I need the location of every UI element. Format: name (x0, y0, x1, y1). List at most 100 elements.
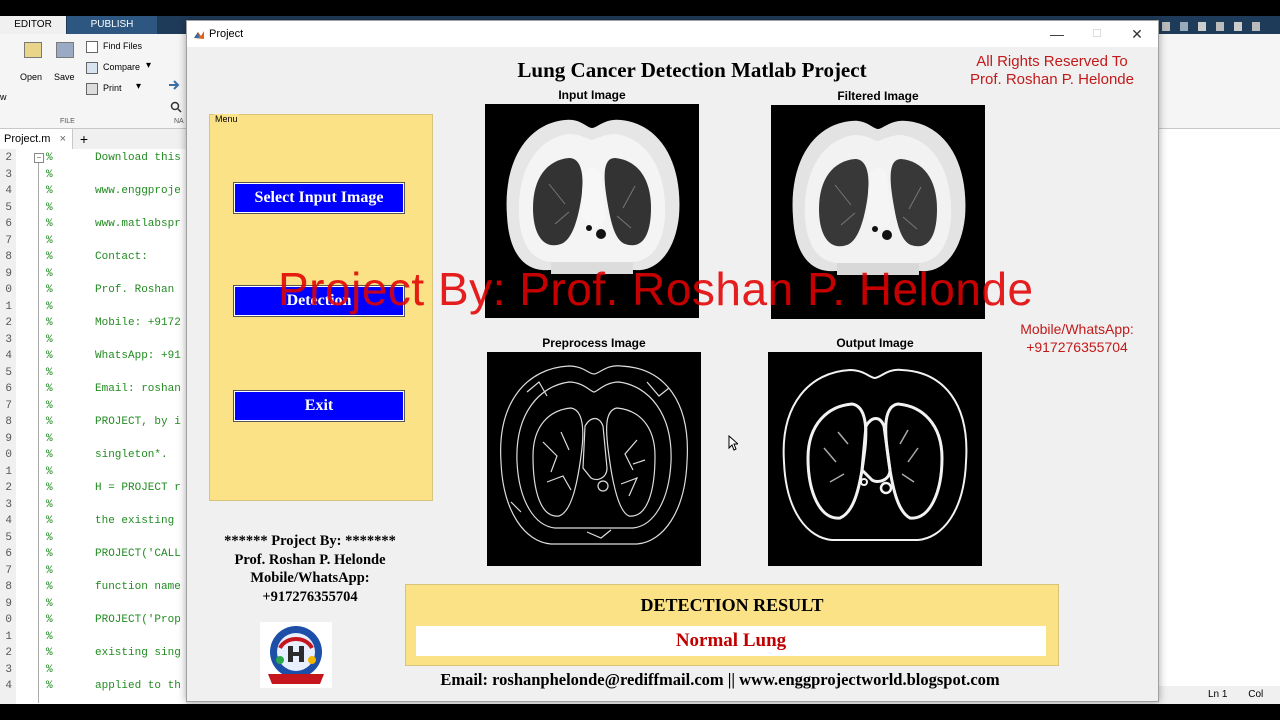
code-line[interactable]: 6% PROJECT('CALL (0, 548, 186, 565)
comment-marker: % (46, 482, 53, 494)
code-line[interactable]: 3% (0, 169, 186, 186)
maximize-button[interactable]: ☐ (1077, 21, 1117, 47)
comment-marker: % (46, 581, 53, 593)
ribbon-section-na: NA (174, 118, 184, 125)
open-button[interactable]: Open (20, 72, 42, 82)
rights-line-1: All Rights Reserved To (976, 53, 1128, 70)
close-button[interactable]: ✕ (1117, 21, 1157, 47)
code-text: Prof. Roshan (95, 284, 175, 296)
code-text: PROJECT, by i (95, 416, 181, 428)
line-number: 1 (5, 465, 12, 478)
exit-button[interactable]: Exit (233, 390, 405, 422)
window-titlebar[interactable]: Project — ☐ ✕ (187, 21, 1158, 47)
line-number: 8 (5, 581, 12, 593)
code-line[interactable]: 9% (0, 268, 186, 285)
line-number: 2 (5, 152, 12, 164)
code-text: existing sing (95, 647, 181, 659)
code-line[interactable]: 3% (0, 334, 186, 351)
new-button-label[interactable]: w (0, 92, 7, 102)
new-tab-button[interactable]: + (74, 129, 94, 149)
tab-editor[interactable]: EDITOR (0, 16, 66, 34)
code-line[interactable]: 6% www.matlabspr (0, 218, 186, 235)
preprocess-image-label: Preprocess Image (542, 336, 646, 350)
open-folder-icon[interactable] (24, 42, 42, 58)
mouse-cursor-icon (728, 434, 740, 456)
code-text: Email: roshan (95, 383, 181, 395)
code-line[interactable]: 3% (0, 499, 186, 516)
code-line[interactable]: 8% Contact: (0, 251, 186, 268)
compare-dropdown-icon[interactable]: ▾ (146, 60, 151, 71)
code-line[interactable]: 1% (0, 466, 186, 483)
code-line[interactable]: 9% (0, 433, 186, 450)
minimize-button[interactable]: — (1037, 21, 1077, 47)
code-line[interactable]: 7% (0, 400, 186, 417)
code-line[interactable]: 2% H = PROJECT r (0, 482, 186, 499)
code-line[interactable]: 4% applied to th (0, 680, 186, 697)
code-line[interactable]: 3% (0, 664, 186, 681)
status-line: Ln 1 (1208, 689, 1228, 700)
code-text: H = PROJECT r (95, 482, 181, 494)
code-line[interactable]: 2% Mobile: +9172 (0, 317, 186, 334)
save-button[interactable]: Save (54, 72, 75, 82)
magnifier-icon[interactable] (170, 100, 182, 113)
arrow-right-icon[interactable] (168, 78, 180, 90)
comment-marker: % (46, 548, 53, 560)
code-line[interactable]: 0% PROJECT('Prop (0, 614, 186, 631)
code-line[interactable]: 8% function name (0, 581, 186, 598)
comment-marker: % (46, 317, 53, 329)
code-area[interactable]: − 2% Download this 3% 4% www.enggproje 5% 6% ww… (0, 149, 186, 704)
code-line[interactable]: 5% (0, 367, 186, 384)
code-line[interactable]: 2% existing sing (0, 647, 186, 664)
comment-marker: % (46, 168, 53, 181)
comment-marker: % (46, 333, 53, 346)
line-number: 4 (5, 185, 12, 197)
save-disk-icon[interactable] (56, 42, 74, 58)
file-tab-project[interactable]: Project.m × (0, 129, 73, 149)
comment-marker: % (46, 234, 53, 247)
print-dropdown-icon[interactable]: ▾ (136, 81, 141, 92)
code-line[interactable]: 4% the existing (0, 515, 186, 532)
code-line[interactable]: 9% (0, 598, 186, 615)
code-text: WhatsApp: +91 (95, 350, 181, 362)
contact-line-2: +917276355704 (1026, 339, 1128, 355)
code-line[interactable]: 0% Prof. Roshan (0, 284, 186, 301)
comment-marker: % (46, 432, 53, 445)
line-number: 9 (5, 597, 12, 610)
comment-marker: % (46, 366, 53, 379)
code-line[interactable]: 1% (0, 301, 186, 318)
credits-line-4: +917276355704 (262, 588, 358, 605)
code-line[interactable]: 6% Email: roshan (0, 383, 186, 400)
line-number: 3 (5, 498, 12, 511)
file-tab-label: Project.m (4, 133, 51, 145)
compare-icon (86, 62, 98, 74)
code-line[interactable]: 7% (0, 565, 186, 582)
tab-publish[interactable]: PUBLISH (67, 16, 157, 34)
code-line[interactable]: 4% www.enggproje (0, 185, 186, 202)
comment-marker: % (46, 284, 53, 296)
code-text: Contact: (95, 251, 148, 263)
compare-button[interactable]: Compare (103, 62, 140, 72)
code-line[interactable]: 0% singleton*. (0, 449, 186, 466)
contact-info: Mobile/WhatsApp: +917276355704 (997, 320, 1157, 356)
code-line[interactable]: 8% PROJECT, by i (0, 416, 186, 433)
select-input-image-button[interactable]: Select Input Image (233, 182, 405, 214)
project-gui-window: Project — ☐ ✕ Lung Cancer Detection Matl… (186, 20, 1159, 702)
code-line[interactable]: 5% (0, 532, 186, 549)
find-files-button[interactable]: Find Files (103, 41, 142, 51)
print-button[interactable]: Print (103, 83, 122, 93)
comment-marker: % (46, 614, 53, 626)
code-text: the existing (95, 515, 175, 527)
code-line[interactable]: 5% (0, 202, 186, 219)
code-line[interactable]: 2% Download this (0, 152, 186, 169)
code-line[interactable]: 4% WhatsApp: +91 (0, 350, 186, 367)
comment-marker: % (46, 185, 53, 197)
close-tab-icon[interactable]: × (60, 129, 66, 149)
comment-marker: % (46, 465, 53, 478)
matlab-logo-icon (193, 28, 205, 40)
line-number: 9 (5, 432, 12, 445)
line-number: 2 (5, 647, 12, 659)
code-line[interactable]: 1% (0, 631, 186, 648)
comment-marker: % (46, 399, 53, 412)
line-number: 5 (5, 201, 12, 214)
code-line[interactable]: 7% (0, 235, 186, 252)
